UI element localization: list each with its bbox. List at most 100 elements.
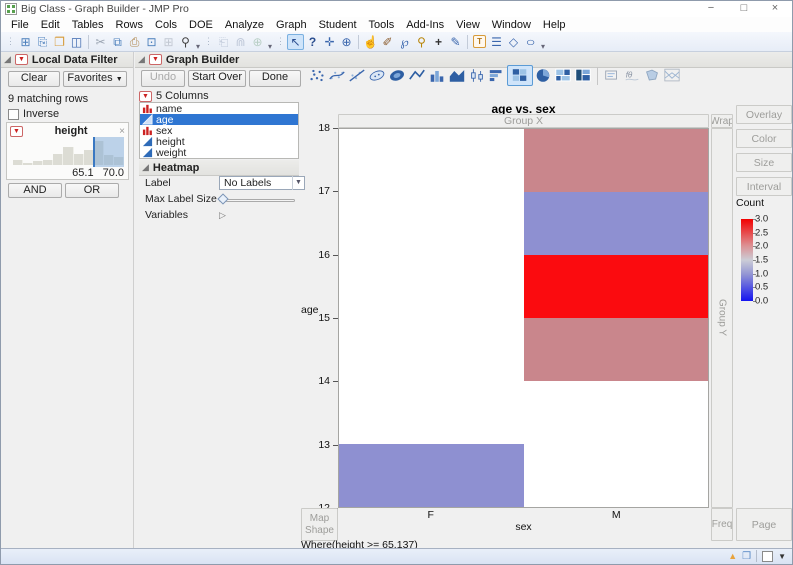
area-icon[interactable] bbox=[447, 65, 467, 86]
menu-tools[interactable]: Tools bbox=[363, 19, 401, 31]
pie-icon[interactable] bbox=[533, 65, 553, 86]
magnifier-icon[interactable]: ⚲ bbox=[413, 34, 430, 50]
cut-icon[interactable]: ✂ bbox=[92, 34, 109, 50]
page-dropzone[interactable]: Page bbox=[736, 508, 792, 541]
mosaic-icon[interactable] bbox=[573, 65, 593, 86]
window-icon[interactable]: ❒ bbox=[742, 551, 751, 562]
heatmap-cell-M-15[interactable] bbox=[523, 255, 708, 318]
filter-menu-icon[interactable]: ▼ bbox=[14, 54, 28, 65]
menu-help[interactable]: Help bbox=[537, 19, 572, 31]
edit-journal-icon[interactable]: ⎗ bbox=[215, 34, 232, 50]
home-icon[interactable]: ▲ bbox=[728, 551, 737, 561]
heatmap-cell-F-12[interactable] bbox=[339, 444, 524, 507]
menu-add-ins[interactable]: Add-Ins bbox=[400, 19, 450, 31]
column-item-sex[interactable]: sex bbox=[140, 125, 298, 137]
size-dropzone[interactable]: Size bbox=[736, 153, 792, 172]
histogram-bar[interactable] bbox=[43, 160, 54, 165]
paste-icon[interactable]: ⎙ bbox=[126, 34, 143, 50]
minimize-button[interactable]: − bbox=[696, 1, 726, 16]
x-axis[interactable]: FM bbox=[338, 509, 709, 521]
clear-button[interactable]: Clear bbox=[8, 71, 60, 87]
box-plot-icon[interactable] bbox=[467, 65, 487, 86]
lasso-icon[interactable]: ℘ bbox=[396, 34, 413, 50]
column-item-age[interactable]: age bbox=[140, 114, 298, 126]
histogram-bar[interactable] bbox=[33, 161, 44, 165]
inverse-checkbox[interactable] bbox=[8, 108, 19, 120]
plot-frame[interactable] bbox=[338, 128, 709, 508]
map-shapes-icon[interactable] bbox=[642, 65, 662, 86]
group-x-dropzone[interactable]: Group X bbox=[338, 114, 709, 128]
move-icon[interactable]: ✛ bbox=[321, 34, 338, 50]
plus-icon[interactable]: + bbox=[430, 34, 447, 50]
freq-dropzone[interactable]: Freq bbox=[711, 508, 733, 541]
disclosure-right-icon[interactable]: ▷ bbox=[219, 208, 226, 222]
arrow-icon[interactable]: ↖ bbox=[287, 33, 305, 50]
smoother-icon[interactable] bbox=[327, 65, 347, 86]
collapse-triangle-icon[interactable]: ◢ bbox=[142, 162, 149, 173]
favorites-button[interactable]: Favorites ▼ bbox=[63, 71, 127, 87]
oval-icon[interactable]: ○ bbox=[519, 34, 542, 50]
label-combobox[interactable]: No Labels ▼ bbox=[219, 176, 305, 190]
menu-analyze[interactable]: Analyze bbox=[219, 19, 270, 31]
columns-menu-icon[interactable]: ▼ bbox=[139, 90, 152, 102]
copy-icon[interactable]: ⧉ bbox=[109, 34, 126, 50]
bar-icon[interactable] bbox=[427, 65, 447, 86]
maximize-button[interactable]: □ bbox=[729, 1, 759, 16]
menu-student[interactable]: Student bbox=[313, 19, 363, 31]
or-button[interactable]: OR bbox=[65, 183, 119, 198]
histogram-icon[interactable] bbox=[487, 65, 507, 86]
menu-cols[interactable]: Cols bbox=[149, 19, 183, 31]
import-icon[interactable]: ⎘ bbox=[34, 34, 51, 50]
wrap-dropzone[interactable]: Wrap bbox=[711, 114, 733, 128]
histogram-bar[interactable] bbox=[13, 160, 24, 165]
collapse-triangle-icon[interactable]: ◢ bbox=[138, 54, 145, 65]
line-of-fit-icon[interactable] bbox=[347, 65, 367, 86]
column-item-name[interactable]: name bbox=[140, 103, 298, 115]
heatmap-cell-M-16[interactable] bbox=[523, 192, 708, 255]
points-icon[interactable] bbox=[307, 65, 327, 86]
new-data-table-icon[interactable]: ⊞ bbox=[17, 34, 34, 50]
menu-file[interactable]: File bbox=[5, 19, 35, 31]
and-button[interactable]: AND bbox=[8, 183, 62, 198]
done-button[interactable]: Done bbox=[249, 70, 301, 87]
menu-view[interactable]: View bbox=[450, 19, 486, 31]
add-to-journal-icon[interactable]: ⊕ bbox=[249, 34, 266, 50]
histogram-bar[interactable] bbox=[73, 154, 84, 165]
find-icon[interactable]: ⋒ bbox=[232, 34, 249, 50]
menu-window[interactable]: Window bbox=[486, 19, 537, 31]
text-note-icon[interactable]: T bbox=[471, 34, 488, 50]
parallel-plot-icon[interactable] bbox=[662, 65, 682, 86]
heatmap-cell-M-14[interactable] bbox=[523, 318, 708, 381]
contour-icon[interactable] bbox=[387, 65, 407, 86]
y-axis[interactable]: 12131415161718 bbox=[295, 122, 338, 514]
close-icon[interactable]: × bbox=[119, 126, 125, 137]
open-icon[interactable]: ❐ bbox=[51, 34, 68, 50]
builder-menu-icon[interactable]: ▼ bbox=[148, 54, 162, 65]
undo-button[interactable]: Undo bbox=[141, 70, 185, 87]
map-shape-dropzone[interactable]: Map Shape bbox=[301, 508, 338, 541]
histogram-bar[interactable] bbox=[53, 154, 64, 165]
collapse-triangle-icon[interactable]: ◢ bbox=[4, 54, 11, 65]
annotate-icon[interactable]: ✎ bbox=[447, 34, 464, 50]
menu-edit[interactable]: Edit bbox=[35, 19, 66, 31]
interval-dropzone[interactable]: Interval bbox=[736, 177, 792, 196]
close-button[interactable]: × bbox=[760, 1, 790, 16]
heatmap-cell-M-17[interactable] bbox=[523, 129, 708, 192]
save-icon[interactable]: ◫ bbox=[68, 34, 85, 50]
menu-tables[interactable]: Tables bbox=[66, 19, 110, 31]
field-menu-icon[interactable]: ▼ bbox=[10, 125, 23, 137]
dropdown-icon[interactable]: ▼ bbox=[778, 552, 786, 561]
caption-box-icon[interactable] bbox=[602, 65, 622, 86]
color-dropzone[interactable]: Color bbox=[736, 129, 792, 148]
menu-doe[interactable]: DOE bbox=[183, 19, 219, 31]
group-y-dropzone[interactable]: Group Y bbox=[711, 128, 733, 508]
ellipse-icon[interactable] bbox=[367, 65, 387, 86]
crosshair-icon[interactable]: ⊕ bbox=[338, 34, 355, 50]
lock-icon[interactable]: ⊞ bbox=[160, 34, 177, 50]
heatmap-icon[interactable] bbox=[507, 65, 533, 86]
legend-gradient[interactable] bbox=[741, 219, 753, 301]
column-item-weight[interactable]: weight bbox=[140, 147, 298, 158]
search-icon[interactable]: ⚲ bbox=[177, 34, 194, 50]
menu-rows[interactable]: Rows bbox=[110, 19, 150, 31]
filter-selection-overlay[interactable] bbox=[92, 137, 124, 167]
